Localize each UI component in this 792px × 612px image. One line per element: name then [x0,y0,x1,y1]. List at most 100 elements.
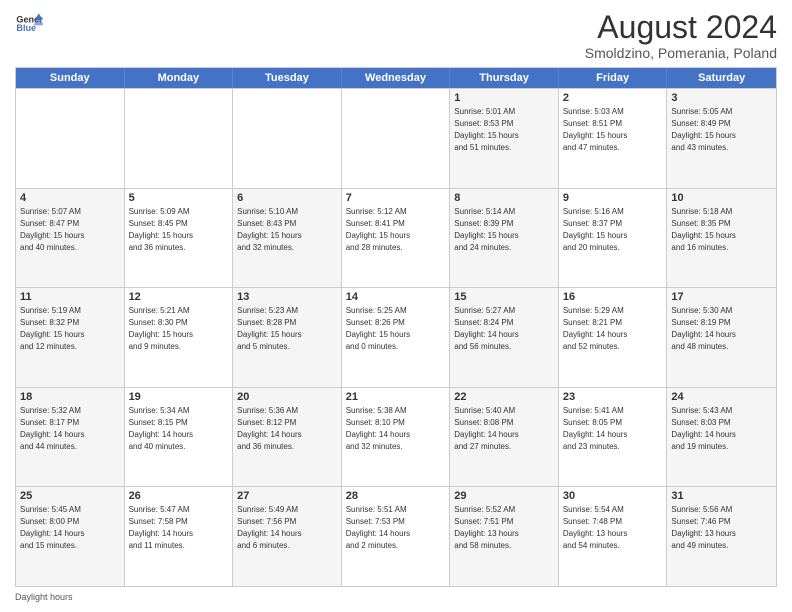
calendar: SundayMondayTuesdayWednesdayThursdayFrid… [15,67,777,587]
cal-cell-3-4: 22 Sunrise: 5:40 AM Sunset: 8:08 PM Dayli… [450,388,559,487]
day-info: Sunrise: 5:43 AM Sunset: 8:03 PM Dayligh… [671,405,772,453]
day-info: Sunrise: 5:16 AM Sunset: 8:37 PM Dayligh… [563,206,663,254]
day-number: 8 [454,192,554,204]
weekday-header-tuesday: Tuesday [233,68,342,88]
day-info: Sunrise: 5:10 AM Sunset: 8:43 PM Dayligh… [237,206,337,254]
day-number: 16 [563,291,663,303]
calendar-body: 1 Sunrise: 5:01 AM Sunset: 8:53 PM Daylig… [16,88,776,586]
cal-cell-4-5: 30 Sunrise: 5:54 AM Sunset: 7:48 PM Dayli… [559,487,668,586]
cal-cell-2-0: 11 Sunrise: 5:19 AM Sunset: 8:32 PM Dayli… [16,288,125,387]
cal-cell-4-0: 25 Sunrise: 5:45 AM Sunset: 8:00 PM Dayli… [16,487,125,586]
cal-cell-2-5: 16 Sunrise: 5:29 AM Sunset: 8:21 PM Dayli… [559,288,668,387]
day-info: Sunrise: 5:05 AM Sunset: 8:49 PM Dayligh… [671,106,772,154]
cal-cell-3-0: 18 Sunrise: 5:32 AM Sunset: 8:17 PM Dayli… [16,388,125,487]
cal-cell-2-4: 15Sunrise: 5:27 AM Sunset: 8:24 PM Dayli… [450,288,559,387]
day-info: Sunrise: 5:09 AM Sunset: 8:45 PM Dayligh… [129,206,229,254]
cal-cell-3-1: 19Sunrise: 5:34 AM Sunset: 8:15 PM Dayli… [125,388,234,487]
day-info: Sunrise: 5:54 AM Sunset: 7:48 PM Dayligh… [563,504,663,552]
day-number: 18 [20,391,120,403]
day-number: 20 [237,391,337,403]
day-number: 7 [346,192,446,204]
footer-text: Daylight hours [15,592,73,602]
day-info: Sunrise: 5:49 AM Sunset: 7:56 PM Dayligh… [237,504,337,552]
day-info: Sunrise: 5:07 AM Sunset: 8:47 PM Dayligh… [20,206,120,254]
day-number: 26 [129,490,229,502]
day-info: Sunrise: 5:14 AM Sunset: 8:39 PM Dayligh… [454,206,554,254]
day-info: Sunrise: 5:32 AM Sunset: 8:17 PM Dayligh… [20,405,120,453]
cal-row-4: 25 Sunrise: 5:45 AM Sunset: 8:00 PM Dayli… [16,486,776,586]
cal-cell-0-2 [233,89,342,188]
header: General Blue August 2024 Smoldzino, Pome… [15,10,777,61]
day-info: Sunrise: 5:56 AM Sunset: 7:46 PM Dayligh… [671,504,772,552]
day-info: Sunrise: 5:21 AM Sunset: 8:30 PM Dayligh… [129,305,229,353]
day-number: 15 [454,291,554,303]
day-number: 11 [20,291,120,303]
logo-icon: General Blue [15,10,43,38]
cal-cell-4-3: 28 Sunrise: 5:51 AM Sunset: 7:53 PM Dayli… [342,487,451,586]
day-number: 23 [563,391,663,403]
cal-cell-3-3: 21 Sunrise: 5:38 AM Sunset: 8:10 PM Dayli… [342,388,451,487]
cal-cell-1-2: 6 Sunrise: 5:10 AM Sunset: 8:43 PM Daylig… [233,189,342,288]
weekday-header-friday: Friday [559,68,668,88]
cal-cell-4-4: 29Sunrise: 5:52 AM Sunset: 7:51 PM Dayli… [450,487,559,586]
day-number: 30 [563,490,663,502]
cal-cell-3-5: 23 Sunrise: 5:41 AM Sunset: 8:05 PM Dayli… [559,388,668,487]
day-info: Sunrise: 5:38 AM Sunset: 8:10 PM Dayligh… [346,405,446,453]
weekday-header-thursday: Thursday [450,68,559,88]
day-number: 2 [563,92,663,104]
day-number: 17 [671,291,772,303]
cal-cell-1-3: 7 Sunrise: 5:12 AM Sunset: 8:41 PM Daylig… [342,189,451,288]
day-info: Sunrise: 5:40 AM Sunset: 8:08 PM Dayligh… [454,405,554,453]
cal-cell-3-2: 20 Sunrise: 5:36 AM Sunset: 8:12 PM Dayli… [233,388,342,487]
cal-cell-0-6: 3 Sunrise: 5:05 AM Sunset: 8:49 PM Daylig… [667,89,776,188]
day-info: Sunrise: 5:19 AM Sunset: 8:32 PM Dayligh… [20,305,120,353]
day-number: 5 [129,192,229,204]
day-info: Sunrise: 5:36 AM Sunset: 8:12 PM Dayligh… [237,405,337,453]
day-number: 28 [346,490,446,502]
day-number: 10 [671,192,772,204]
cal-cell-2-6: 17 Sunrise: 5:30 AM Sunset: 8:19 PM Dayli… [667,288,776,387]
day-number: 22 [454,391,554,403]
cal-cell-4-1: 26 Sunrise: 5:47 AM Sunset: 7:58 PM Dayli… [125,487,234,586]
day-info: Sunrise: 5:25 AM Sunset: 8:26 PM Dayligh… [346,305,446,353]
day-number: 29 [454,490,554,502]
day-info: Sunrise: 5:29 AM Sunset: 8:21 PM Dayligh… [563,305,663,353]
title-block: August 2024 Smoldzino, Pomerania, Poland [585,10,777,61]
day-info: Sunrise: 5:45 AM Sunset: 8:00 PM Dayligh… [20,504,120,552]
day-info: Sunrise: 5:41 AM Sunset: 8:05 PM Dayligh… [563,405,663,453]
day-info: Sunrise: 5:01 AM Sunset: 8:53 PM Dayligh… [454,106,554,154]
svg-text:Blue: Blue [16,23,36,33]
day-info: Sunrise: 5:03 AM Sunset: 8:51 PM Dayligh… [563,106,663,154]
main-title: August 2024 [585,10,777,45]
cal-cell-0-1 [125,89,234,188]
subtitle: Smoldzino, Pomerania, Poland [585,45,777,61]
cal-cell-0-4: 1 Sunrise: 5:01 AM Sunset: 8:53 PM Daylig… [450,89,559,188]
day-number: 6 [237,192,337,204]
day-info: Sunrise: 5:51 AM Sunset: 7:53 PM Dayligh… [346,504,446,552]
day-info: Sunrise: 5:30 AM Sunset: 8:19 PM Dayligh… [671,305,772,353]
calendar-header: SundayMondayTuesdayWednesdayThursdayFrid… [16,68,776,88]
day-number: 13 [237,291,337,303]
cal-cell-3-6: 24Sunrise: 5:43 AM Sunset: 8:03 PM Dayli… [667,388,776,487]
footer: Daylight hours [15,592,777,602]
page: General Blue August 2024 Smoldzino, Pome… [0,0,792,612]
cal-cell-4-6: 31Sunrise: 5:56 AM Sunset: 7:46 PM Dayli… [667,487,776,586]
cal-cell-1-4: 8 Sunrise: 5:14 AM Sunset: 8:39 PM Daylig… [450,189,559,288]
day-number: 3 [671,92,772,104]
weekday-header-sunday: Sunday [16,68,125,88]
cal-cell-1-5: 9Sunrise: 5:16 AM Sunset: 8:37 PM Daylig… [559,189,668,288]
weekday-header-monday: Monday [125,68,234,88]
weekday-header-wednesday: Wednesday [342,68,451,88]
day-number: 1 [454,92,554,104]
cal-cell-0-0 [16,89,125,188]
day-info: Sunrise: 5:12 AM Sunset: 8:41 PM Dayligh… [346,206,446,254]
day-info: Sunrise: 5:47 AM Sunset: 7:58 PM Dayligh… [129,504,229,552]
cal-row-1: 4Sunrise: 5:07 AM Sunset: 8:47 PM Daylig… [16,188,776,288]
day-number: 12 [129,291,229,303]
day-number: 25 [20,490,120,502]
cal-cell-0-3 [342,89,451,188]
day-number: 27 [237,490,337,502]
day-number: 21 [346,391,446,403]
cal-cell-2-2: 13Sunrise: 5:23 AM Sunset: 8:28 PM Dayli… [233,288,342,387]
cal-cell-2-1: 12 Sunrise: 5:21 AM Sunset: 8:30 PM Dayli… [125,288,234,387]
